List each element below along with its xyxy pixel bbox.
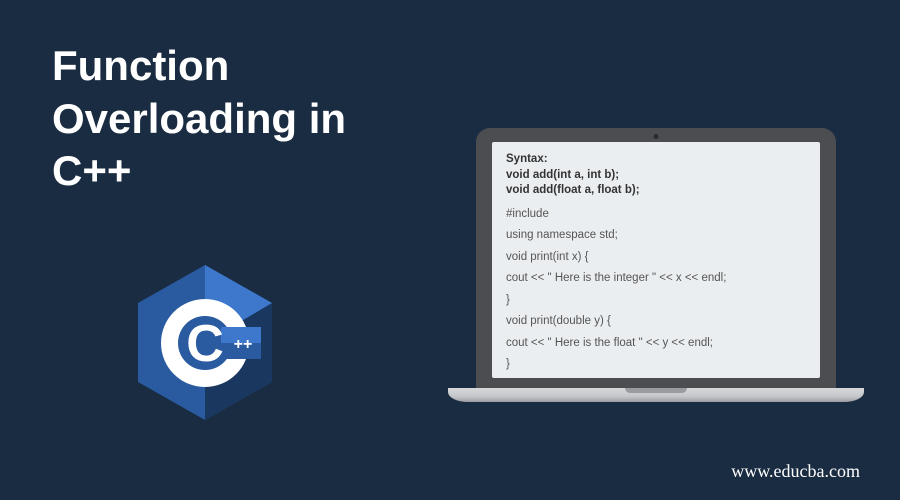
svg-text:C: C — [186, 315, 224, 373]
laptop-frame: Syntax: void add(int a, int b); void add… — [476, 128, 836, 388]
laptop-base — [448, 388, 864, 402]
code-line: cout << " Here is the integer " << x << … — [506, 273, 806, 285]
laptop-illustration: Syntax: void add(int a, int b); void add… — [448, 128, 864, 428]
cpp-logo: C ++ — [135, 265, 275, 420]
svg-text:++: ++ — [234, 336, 253, 353]
code-line: } — [506, 359, 806, 371]
code-line: } — [506, 295, 806, 307]
laptop-screen: Syntax: void add(int a, int b); void add… — [492, 142, 820, 378]
code-line: cout << " Here is the float " << y << en… — [506, 338, 806, 350]
website-url: www.educba.com — [731, 461, 860, 482]
laptop-notch — [625, 388, 687, 393]
code-line: void print(int x) { — [506, 252, 806, 264]
code-line: void print(double y) { — [506, 316, 806, 328]
title-line-2: Overloading in — [52, 95, 346, 142]
title-line-1: Function — [52, 42, 229, 89]
syntax-line-1: void add(int a, int b); — [506, 169, 619, 181]
title-line-3: C++ — [52, 147, 131, 194]
laptop-camera-icon — [654, 134, 659, 139]
code-line: #include — [506, 209, 806, 221]
page-title: Function Overloading in C++ — [52, 40, 346, 198]
syntax-line-2: void add(float a, float b); — [506, 184, 640, 196]
code-syntax-block: Syntax: void add(int a, int b); void add… — [506, 152, 806, 199]
code-line: using namespace std; — [506, 230, 806, 242]
syntax-label: Syntax: — [506, 153, 548, 165]
